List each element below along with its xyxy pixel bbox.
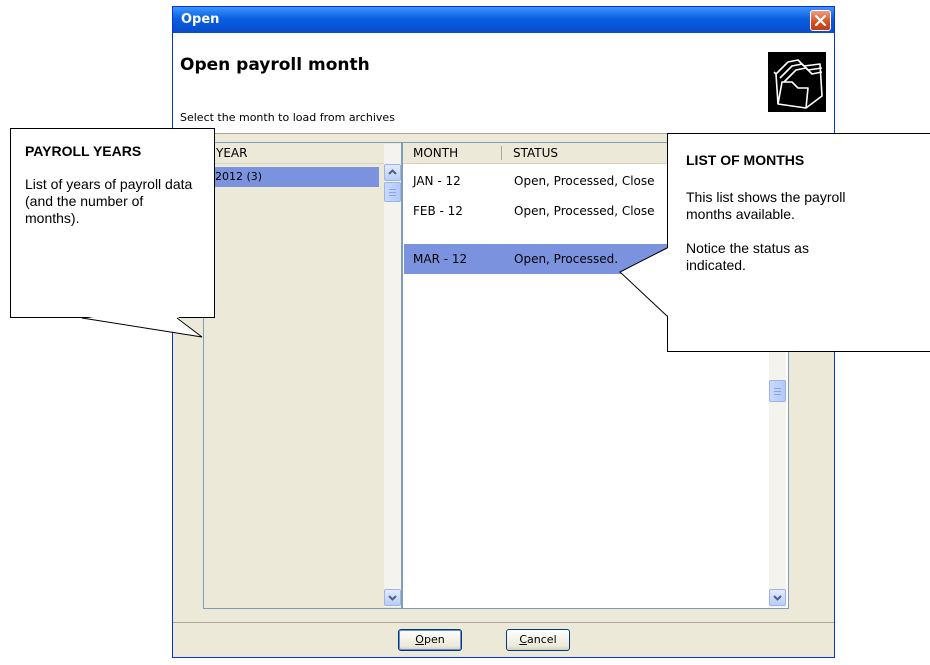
callout-months-pointer: [619, 247, 668, 317]
